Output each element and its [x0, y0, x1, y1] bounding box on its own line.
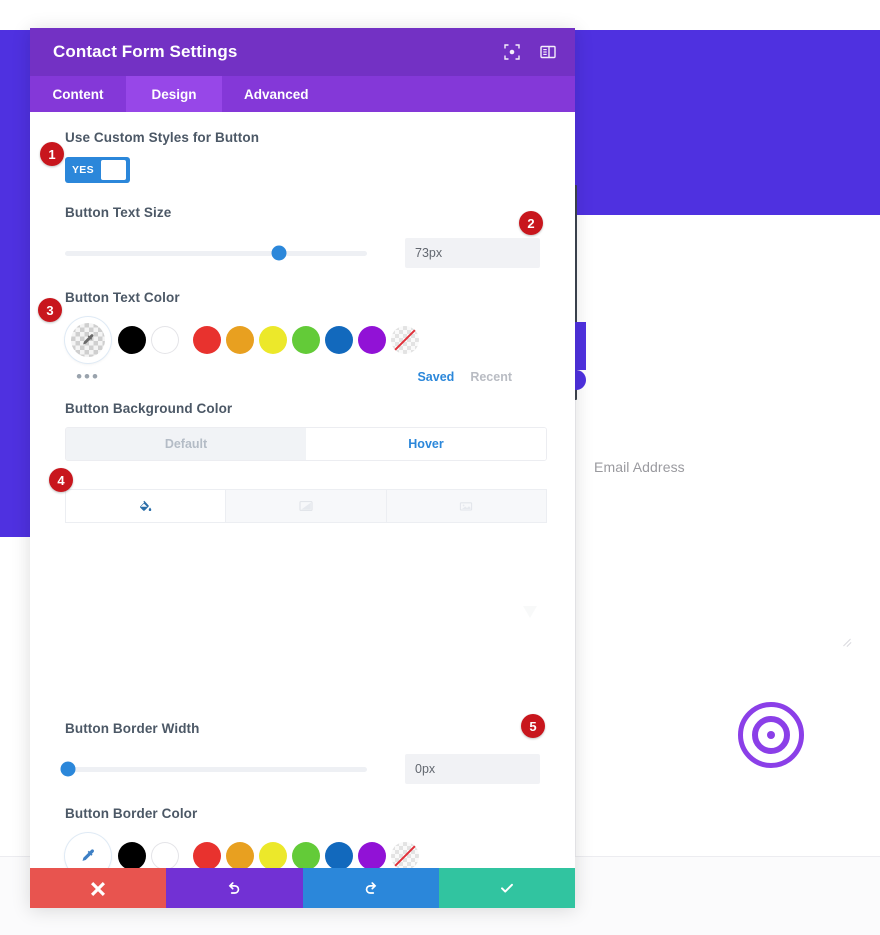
modal-tabbar: Content Design Advanced — [30, 76, 575, 112]
textarea-resize-handle[interactable] — [840, 633, 852, 647]
field-use-custom-styles: Use Custom Styles for Button YES — [30, 112, 575, 183]
field-label-button-border-width: Button Border Width — [65, 721, 200, 736]
background-type-tabs — [65, 489, 547, 523]
swatch-red[interactable] — [193, 842, 221, 868]
modal-body: Use Custom Styles for Button YES Button … — [30, 112, 575, 868]
field-button-text-size: Button Text Size 73px — [30, 183, 575, 268]
field-label-button-border-color: Button Border Color — [65, 806, 198, 821]
annotation-badge-1: 1 — [40, 142, 64, 166]
background-state-segmented: Default Hover — [65, 427, 547, 461]
button-border-width-value-input[interactable]: 0px — [405, 754, 540, 784]
email-address-placeholder: Email Address — [594, 459, 685, 475]
field-label-use-custom-styles: Use Custom Styles for Button — [65, 130, 260, 145]
target-icon — [738, 702, 804, 768]
tab-design[interactable]: Design — [126, 76, 222, 112]
check-icon — [500, 883, 513, 893]
button-text-size-slider[interactable] — [65, 245, 368, 261]
button-text-size-slider-handle[interactable] — [271, 245, 287, 261]
button-text-size-value-input[interactable]: 73px — [405, 238, 540, 268]
field-button-border-color: Button Border Color — [30, 784, 575, 868]
eyedropper-swatch[interactable] — [65, 833, 111, 868]
button-border-color-palette — [65, 833, 540, 868]
swatch-purple[interactable] — [358, 326, 386, 354]
undo-button[interactable] — [166, 868, 303, 908]
modal-action-bar — [30, 868, 575, 908]
page-title: Contact Form Settings — [53, 42, 238, 61]
ghost-resize-marker — [523, 606, 537, 618]
swatch-yellow[interactable] — [259, 326, 287, 354]
screen: Email Address Contact Form Settings Cont… — [0, 0, 880, 935]
button-text-color-palette-footer: ••• Saved Recent — [65, 367, 540, 387]
eyedropper-transparent-swatch[interactable] — [65, 317, 111, 363]
swatch-blue[interactable] — [325, 842, 353, 868]
swatch-none[interactable] — [391, 326, 419, 354]
eyedropper-icon — [82, 333, 93, 344]
gradient-tab[interactable] — [225, 489, 387, 522]
annotation-badge-4: 4 — [49, 468, 73, 492]
swatch-white[interactable] — [151, 326, 179, 354]
button-text-size-value: 73px — [415, 246, 443, 260]
field-button-background-color: Button Background Color Default Hover — [30, 387, 575, 719]
save-button[interactable] — [438, 868, 575, 908]
swatch-white[interactable] — [151, 842, 179, 868]
x-icon — [91, 882, 106, 896]
swatch-orange[interactable] — [226, 842, 254, 868]
redo-icon — [365, 882, 376, 894]
annotation-badge-5: 5 — [521, 714, 545, 738]
undo-icon — [229, 882, 240, 894]
use-custom-styles-toggle[interactable]: YES — [65, 157, 130, 183]
swatch-green[interactable] — [292, 326, 320, 354]
field-label-button-background-color: Button Background Color — [65, 401, 233, 416]
field-label-button-text-color: Button Text Color — [65, 290, 180, 305]
field-label-button-text-size: Button Text Size — [65, 205, 172, 220]
paint-bucket-tab[interactable] — [65, 489, 227, 522]
fullscreen-icon[interactable] — [503, 43, 521, 61]
paint-bucket-icon — [140, 500, 152, 511]
gradient-icon — [299, 501, 313, 511]
modal-header: Contact Form Settings — [30, 28, 575, 76]
redo-button[interactable] — [302, 868, 439, 908]
more-colors-button[interactable]: ••• — [65, 368, 111, 385]
page-content-panel — [575, 215, 880, 856]
saved-colors-link[interactable]: Saved — [417, 370, 454, 384]
button-border-width-row: 0px — [60, 754, 540, 784]
tab-advanced[interactable]: Advanced — [222, 76, 331, 112]
tab-content[interactable]: Content — [30, 76, 126, 112]
state-tab-hover[interactable]: Hover — [306, 428, 546, 460]
swatch-black[interactable] — [118, 326, 146, 354]
button-text-size-row: 73px — [65, 238, 540, 268]
toggle-knob — [100, 160, 126, 180]
button-border-width-slider[interactable] — [60, 761, 368, 777]
toggle-value-label: YES — [72, 164, 94, 176]
swatch-black[interactable] — [118, 842, 146, 868]
toggle-row: YES — [65, 157, 540, 183]
modal-header-actions — [503, 43, 557, 61]
swatch-purple[interactable] — [358, 842, 386, 868]
annotation-badge-2: 2 — [519, 211, 543, 235]
eyedropper-icon — [82, 848, 94, 861]
swatch-orange[interactable] — [226, 326, 254, 354]
button-text-color-palette — [65, 317, 540, 363]
button-border-width-slider-handle[interactable] — [60, 761, 76, 777]
swatch-green[interactable] — [292, 842, 320, 868]
annotation-badge-3: 3 — [38, 298, 62, 322]
swatch-blue[interactable] — [325, 326, 353, 354]
background-color-picker-panel — [65, 523, 540, 719]
swatch-red[interactable] — [193, 326, 221, 354]
state-tab-default[interactable]: Default — [66, 428, 306, 460]
layout-panel-icon[interactable] — [539, 43, 557, 61]
swatch-yellow[interactable] — [259, 842, 287, 868]
image-tab[interactable] — [385, 489, 547, 522]
swatch-none[interactable] — [391, 842, 419, 868]
field-button-border-width: Button Border Width 0px — [30, 719, 575, 784]
recent-colors-link[interactable]: Recent — [470, 370, 512, 384]
image-icon — [460, 502, 473, 511]
field-button-text-color: Button Text Color ••• Saved Recent — [30, 268, 575, 387]
close-button[interactable] — [30, 868, 167, 908]
button-border-width-value: 0px — [415, 762, 436, 776]
contact-form-settings-modal: Contact Form Settings Content Design Adv… — [30, 28, 575, 908]
